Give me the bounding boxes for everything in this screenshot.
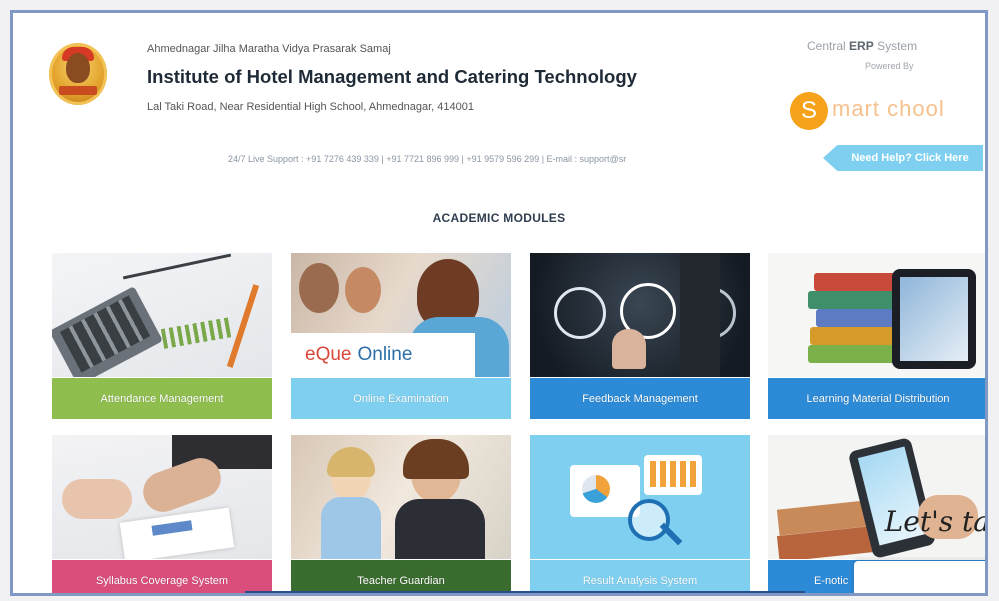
institute-logo — [49, 43, 107, 105]
organization-name: Ahmednagar Jilha Maratha Vidya Prasarak … — [147, 43, 391, 55]
eque-online-overlay: eQue Online — [291, 333, 475, 377]
feedback-image — [530, 253, 750, 377]
syllabus-image — [52, 435, 272, 559]
attendance-image — [52, 253, 272, 377]
erp-title: Central ERP System — [807, 39, 917, 53]
module-card-attendance[interactable]: Attendance Management — [52, 253, 272, 419]
erp-powered-by: Powered By — [865, 61, 914, 71]
erp-title-suffix: System — [877, 39, 918, 53]
eque-red-text: eQue — [305, 344, 352, 365]
module-label: Feedback Management — [530, 378, 750, 419]
result-analysis-image — [530, 435, 750, 559]
smart-school-logo: S mart chool — [790, 88, 985, 134]
module-card-teacher-guardian[interactable]: Teacher Guardian — [291, 435, 511, 593]
module-card-online-exam[interactable]: eQue Online Online Examination — [291, 253, 511, 419]
module-label: Learning Material Distribution — [768, 378, 985, 419]
module-card-learning-material[interactable]: Learning Material Distribution — [768, 253, 985, 419]
need-help-button[interactable]: Need Help? Click Here — [823, 145, 983, 171]
smart-logo-letter: S — [790, 92, 828, 130]
module-label-text: E-notic — [814, 574, 849, 587]
support-info: 24/7 Live Support : +91 7276 439 339 | +… — [228, 154, 627, 164]
footer-bar — [245, 591, 805, 593]
institute-address: Lal Taki Road, Near Residential High Sch… — [147, 101, 474, 113]
eque-blue-text: Online — [357, 344, 413, 365]
e-notice-image — [768, 435, 985, 559]
lets-talk-text: Let's ta — [884, 505, 988, 538]
erp-title-prefix: Central — [807, 39, 846, 53]
smart-logo-word: mart chool — [832, 96, 945, 121]
erp-title-bold: ERP — [849, 39, 874, 53]
learning-material-image — [768, 253, 985, 377]
section-title: ACADEMIC MODULES — [432, 211, 566, 225]
chat-widget[interactable] — [854, 561, 985, 593]
erp-home-page: Ahmednagar Jilha Maratha Vidya Prasarak … — [10, 10, 988, 596]
module-card-feedback[interactable]: Feedback Management — [530, 253, 750, 419]
module-label: Attendance Management — [52, 378, 272, 419]
module-card-result-analysis[interactable]: Result Analysis System — [530, 435, 750, 593]
institute-title: Institute of Hotel Management and Cateri… — [147, 66, 637, 87]
module-label: Syllabus Coverage System — [52, 560, 272, 593]
module-card-e-notice[interactable]: Let's ta E-notic — [768, 435, 988, 593]
module-card-syllabus[interactable]: Syllabus Coverage System — [52, 435, 272, 593]
module-label: Online Examination — [291, 378, 511, 419]
teacher-guardian-image — [291, 435, 511, 559]
